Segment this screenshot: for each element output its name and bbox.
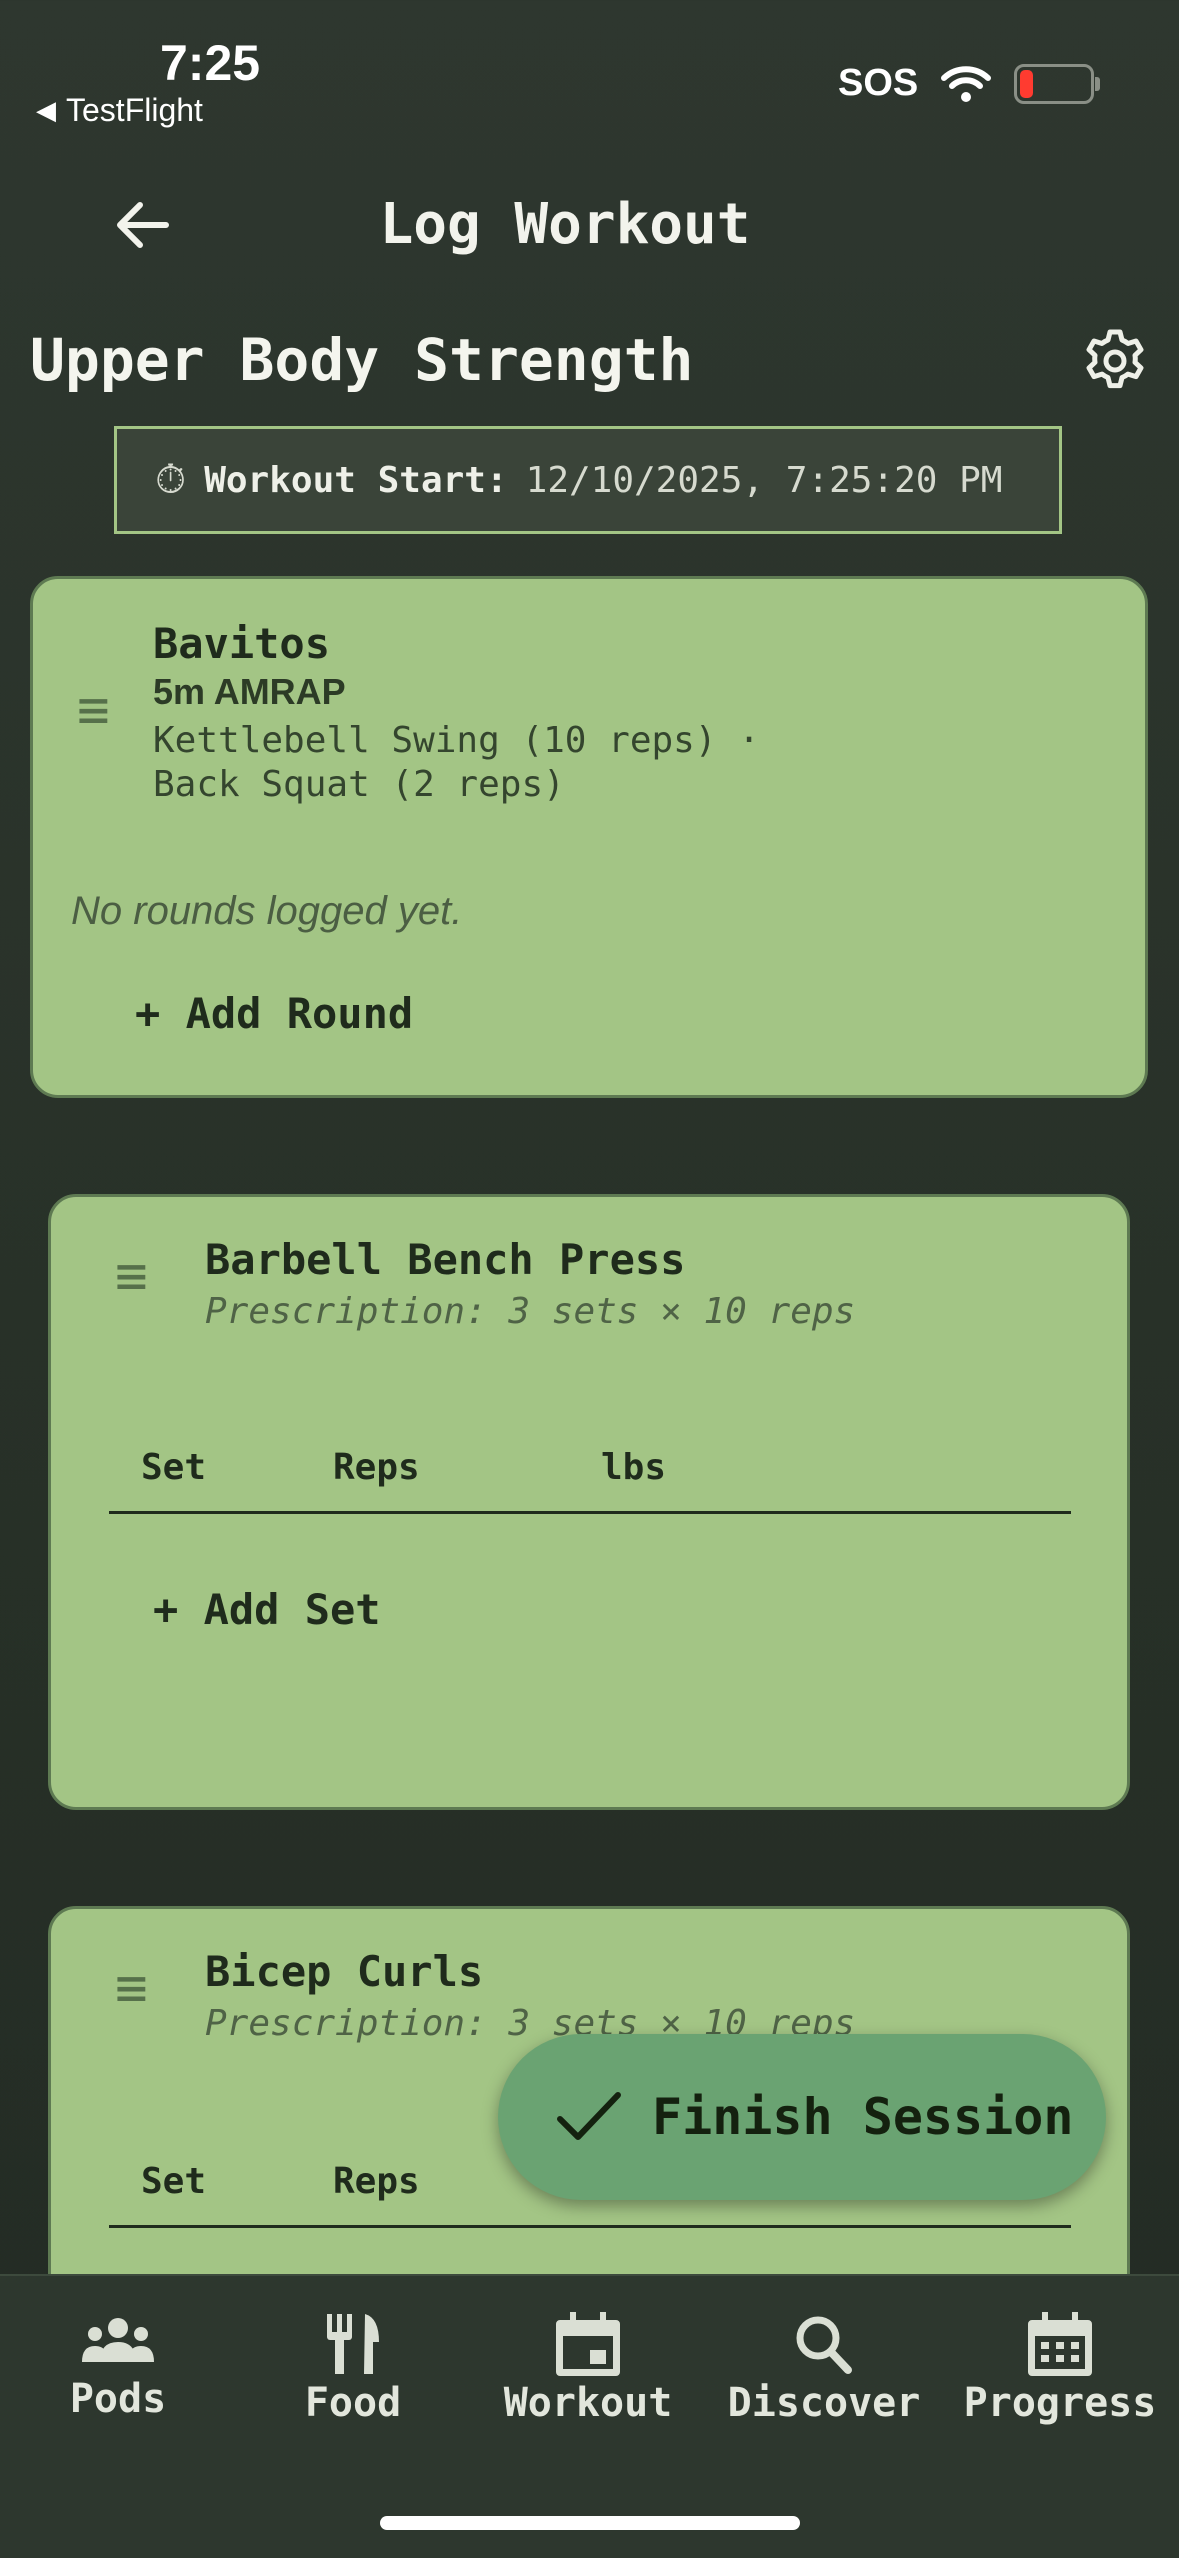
exercise-card-bench-press: ≡ Barbell Bench Press Prescription: 3 se…: [48, 1194, 1130, 1810]
column-header-weight: lbs: [601, 1447, 667, 1488]
column-header-reps: Reps: [333, 1447, 420, 1488]
finish-session-button[interactable]: Finish Session: [498, 2034, 1106, 2200]
drag-handle-icon[interactable]: ≡: [115, 1249, 148, 1303]
back-app-label: TestFlight: [66, 92, 203, 128]
table-divider: [109, 2225, 1071, 2228]
workout-start-value: 12/10/2025, 7:25:20 PM: [525, 459, 1003, 501]
exercise-prescription: Prescription: 3 sets × 10 reps: [205, 1291, 856, 1332]
nav-item-pods[interactable]: Pods: [0, 2312, 236, 2422]
wifi-icon: [941, 65, 992, 102]
status-indicators: SOS: [838, 62, 1101, 105]
column-header-set: Set: [141, 1447, 207, 1488]
gear-icon[interactable]: [1082, 328, 1148, 394]
carrier-label: SOS: [838, 62, 919, 104]
exercise-title: Bicep Curls: [205, 1947, 484, 1996]
nav-item-workout[interactable]: Workout: [470, 2312, 706, 2426]
nav-item-discover[interactable]: Discover: [706, 2312, 942, 2426]
battery-icon: [1014, 63, 1101, 104]
finish-session-label: Finish Session: [652, 2088, 1074, 2146]
add-round-button[interactable]: + Add Round: [135, 989, 413, 1038]
column-header-reps: Reps: [333, 2161, 420, 2202]
exercise-format: 5m AMRAP: [153, 671, 346, 712]
exercise-title: Bavitos: [153, 619, 331, 668]
nav-item-progress[interactable]: Progress: [942, 2312, 1178, 2426]
search-icon: [796, 2316, 852, 2374]
table-divider: [109, 1511, 1071, 1514]
stopwatch-icon: ⏱: [155, 457, 187, 503]
nav-label: Food: [304, 2380, 402, 2426]
workout-start-banner: ⏱ Workout Start: 12/10/2025, 7:25:20 PM: [114, 426, 1062, 534]
drag-handle-icon[interactable]: ≡: [115, 1961, 148, 2015]
back-to-app-link[interactable]: ◀ TestFlight: [36, 92, 203, 129]
back-triangle-icon: ◀: [36, 95, 56, 125]
nav-label: Progress: [963, 2380, 1157, 2426]
exercise-card-bavitos: ≡ Bavitos 5m AMRAP Kettlebell Swing (10 …: [30, 576, 1148, 1098]
exercise-detail-line1: Kettlebell Swing (10 reps) ·: [153, 720, 760, 761]
page-title: Log Workout: [379, 192, 751, 257]
nav-label: Workout: [503, 2380, 673, 2426]
status-time: 7:25: [160, 35, 261, 91]
workout-start-label: Workout Start:: [204, 459, 508, 501]
calendar-event-icon: [556, 2312, 620, 2376]
nav-item-food[interactable]: Food: [235, 2312, 471, 2426]
utensils-icon: [327, 2314, 379, 2374]
add-set-button[interactable]: + Add Set: [153, 1585, 381, 1634]
nav-label: Discover: [727, 2380, 921, 2426]
empty-rounds-text: No rounds logged yet.: [71, 889, 463, 933]
people-icon: [82, 2318, 154, 2362]
checkmark-icon: [557, 2092, 621, 2140]
exercise-detail-line2: Back Squat (2 reps): [153, 764, 565, 805]
exercise-title: Barbell Bench Press: [205, 1235, 686, 1284]
nav-label: Pods: [69, 2376, 167, 2422]
workout-name: Upper Body Strength: [30, 326, 694, 394]
home-indicator[interactable]: [380, 2516, 800, 2530]
column-header-set: Set: [141, 2161, 207, 2202]
calendar-grid-icon: [1028, 2312, 1092, 2376]
drag-handle-icon[interactable]: ≡: [77, 683, 110, 737]
